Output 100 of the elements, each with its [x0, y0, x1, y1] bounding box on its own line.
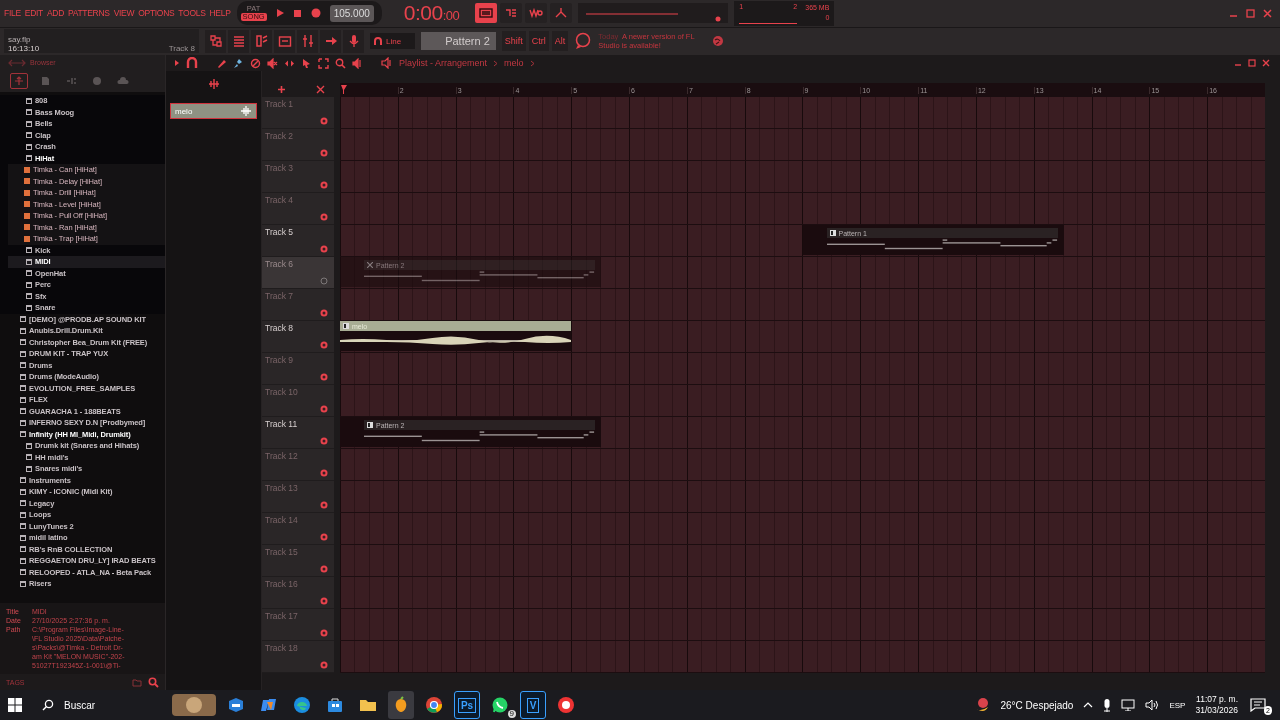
- speech-bubble-icon[interactable]: [574, 32, 593, 51]
- track-lane[interactable]: [340, 609, 1265, 641]
- taskbar-app[interactable]: Ps: [454, 691, 480, 719]
- track-lane[interactable]: [340, 353, 1265, 385]
- track-header[interactable]: Track 11: [262, 417, 334, 449]
- track-lane[interactable]: [340, 97, 1265, 129]
- mute-switch[interactable]: [320, 501, 328, 509]
- mute-switch[interactable]: [320, 469, 328, 477]
- play-icon[interactable]: [174, 59, 180, 67]
- menu-item[interactable]: TOOLS: [178, 8, 206, 19]
- track-lane[interactable]: [340, 513, 1265, 545]
- waveform-icon[interactable]: [207, 79, 220, 89]
- mute-tool[interactable]: [267, 57, 278, 69]
- menu-item[interactable]: EDIT: [24, 8, 43, 19]
- track-lane[interactable]: [340, 193, 1265, 225]
- modifier-key[interactable]: Alt: [551, 31, 569, 52]
- taskbar-app[interactable]: [172, 691, 216, 719]
- delete-tool[interactable]: [250, 57, 261, 69]
- keyboard-toggle[interactable]: [475, 3, 498, 24]
- menu-item[interactable]: PATTERNS: [68, 8, 110, 19]
- mute-switch[interactable]: [320, 565, 328, 573]
- weather-label[interactable]: 26°C Despejado: [1000, 699, 1074, 711]
- track-lane[interactable]: [340, 481, 1265, 513]
- modifier-key[interactable]: Ctrl: [528, 31, 549, 52]
- window-button[interactable]: [274, 29, 295, 53]
- channel-rack-button[interactable]: [205, 29, 226, 53]
- plus-icon[interactable]: [277, 85, 286, 94]
- record-icon: [557, 696, 575, 714]
- magnet-icon[interactable]: [186, 57, 198, 69]
- slice-tool[interactable]: [301, 57, 312, 69]
- tempo-field[interactable]: 105.000: [329, 4, 374, 22]
- speaker-icon[interactable]: [381, 57, 393, 69]
- track-lane[interactable]: [340, 577, 1265, 609]
- play-icon[interactable]: [274, 8, 285, 19]
- wait-toggle[interactable]: [525, 3, 548, 24]
- pencil-tool[interactable]: [216, 57, 227, 69]
- mute-switch[interactable]: [320, 661, 328, 669]
- track-lane[interactable]: [340, 545, 1265, 577]
- record-icon[interactable]: [309, 7, 322, 20]
- snap-dropdown[interactable]: Line: [370, 33, 416, 50]
- track-lane[interactable]: [340, 641, 1265, 673]
- maximize-icon[interactable]: [1246, 8, 1255, 18]
- chevron-up-icon[interactable]: [1083, 702, 1094, 708]
- track-lane[interactable]: [340, 129, 1265, 161]
- track-name: Track 16: [265, 579, 298, 589]
- stop-icon[interactable]: [292, 8, 302, 18]
- mute-switch[interactable]: [320, 181, 328, 189]
- menu-item[interactable]: HELP: [209, 8, 231, 19]
- steps-toggle[interactable]: [500, 3, 523, 24]
- mute-switch[interactable]: [320, 117, 328, 125]
- mute-switch[interactable]: [320, 213, 328, 221]
- brush-tool[interactable]: [233, 57, 244, 69]
- track-lane[interactable]: [340, 385, 1265, 417]
- mute-switch[interactable]: [320, 149, 328, 157]
- all-tab[interactable]: [10, 73, 28, 89]
- mixer-button[interactable]: [297, 29, 318, 53]
- menu-item[interactable]: FILE: [4, 8, 21, 19]
- mute-switch[interactable]: [320, 309, 328, 317]
- track-lane[interactable]: [340, 289, 1265, 321]
- arrow-button[interactable]: [320, 29, 341, 53]
- cross-icon[interactable]: [316, 85, 325, 94]
- menu-item[interactable]: ADD: [46, 8, 64, 19]
- taskbar-app[interactable]: V: [520, 691, 546, 719]
- mute-switch[interactable]: [320, 277, 328, 285]
- network-icon[interactable]: [1121, 699, 1136, 711]
- modifier-key[interactable]: Shift: [501, 31, 526, 52]
- taskbar-app[interactable]: 9: [487, 691, 513, 719]
- windows-logo-icon[interactable]: [8, 698, 22, 712]
- pattern-selector[interactable]: Pattern 2: [421, 32, 496, 51]
- mute-switch[interactable]: [320, 597, 328, 605]
- close-icon[interactable]: [1263, 8, 1272, 18]
- track-header[interactable]: Track 5: [262, 225, 334, 257]
- mute-switch[interactable]: [320, 629, 328, 637]
- clock[interactable]: 11:07 p. m. 31/03/2026: [1195, 694, 1238, 716]
- mute-switch[interactable]: [320, 341, 328, 349]
- search-icon[interactable]: [148, 676, 159, 688]
- mute-switch[interactable]: [320, 533, 328, 541]
- track-lane[interactable]: [340, 449, 1265, 481]
- play-tool[interactable]: [352, 57, 363, 69]
- menu-item[interactable]: VIEW: [113, 8, 135, 19]
- close-icon[interactable]: [1262, 59, 1270, 67]
- mute-switch[interactable]: [320, 437, 328, 445]
- track-lane[interactable]: [340, 161, 1265, 193]
- zoom-tool[interactable]: [335, 57, 346, 69]
- piano-roll-button[interactable]: [251, 29, 272, 53]
- microphone-button[interactable]: [343, 29, 364, 53]
- globe-icon[interactable]: [712, 35, 725, 48]
- language-indicator[interactable]: ESP: [1169, 700, 1186, 710]
- volume-icon[interactable]: [1145, 699, 1160, 711]
- mute-switch[interactable]: [320, 373, 328, 381]
- select-tool[interactable]: [318, 57, 329, 69]
- maximize-icon[interactable]: [1248, 59, 1256, 67]
- microphone-icon[interactable]: [1103, 698, 1112, 712]
- track-header[interactable]: Track 6: [262, 257, 334, 289]
- mute-switch[interactable]: [320, 405, 328, 413]
- track-header[interactable]: Track 8: [262, 321, 334, 353]
- loop-toggle[interactable]: [550, 3, 573, 24]
- mute-switch[interactable]: [320, 245, 328, 253]
- search-field[interactable]: Buscar: [38, 699, 162, 711]
- menu-item[interactable]: OPTIONS: [138, 8, 175, 19]
